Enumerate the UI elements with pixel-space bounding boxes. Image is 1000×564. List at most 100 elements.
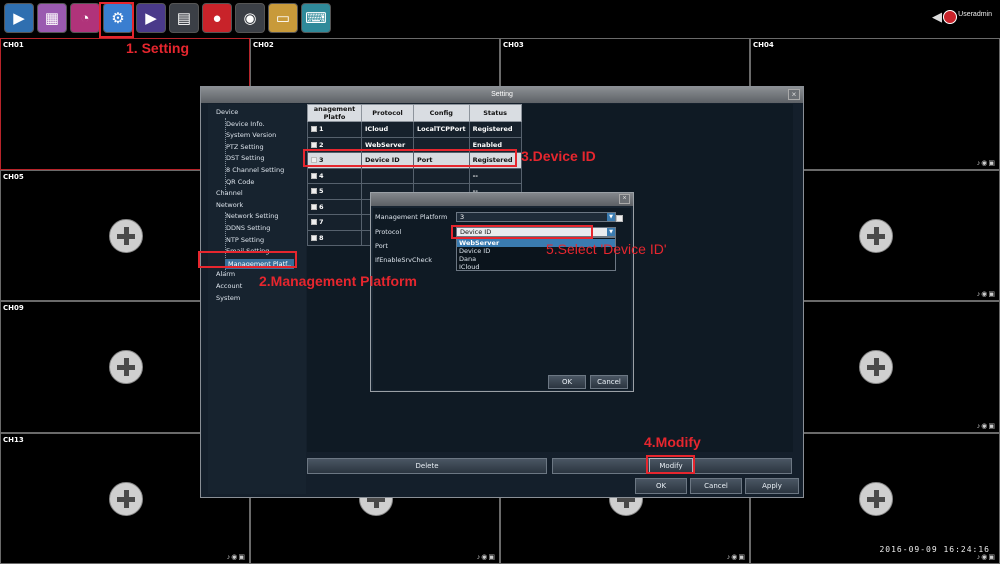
config-cell xyxy=(413,167,470,184)
menu-item[interactable]: System Version xyxy=(226,131,276,139)
dropdown-option[interactable]: Device ID xyxy=(459,247,490,255)
dropdown-option[interactable]: Dana xyxy=(459,255,476,263)
add-camera-icon[interactable] xyxy=(109,481,143,516)
datetime-display: 2016-09-09 16:24:16 xyxy=(879,545,990,554)
row-checkbox[interactable] xyxy=(311,172,317,179)
column-header-config: Config xyxy=(413,104,470,122)
channel-label: CH04 xyxy=(753,41,774,49)
platform-number: 1 xyxy=(319,125,324,134)
alarm-icon[interactable]: ◔ xyxy=(70,3,100,33)
setting-highlight-box xyxy=(99,2,134,38)
row-checkbox[interactable] xyxy=(311,141,317,148)
menu-item[interactable]: PTZ Setting xyxy=(226,143,264,151)
row-checkbox[interactable] xyxy=(311,188,317,195)
toolbar-icon-glyph: ◉ xyxy=(243,10,257,27)
platform-cell: 4 xyxy=(307,167,362,184)
row-checkbox[interactable] xyxy=(311,126,317,133)
modify-platform-dialog: × Management Platform 3 ▼ Protocol Devic… xyxy=(370,192,634,392)
platform-cell: 8 xyxy=(307,229,362,246)
menu-item[interactable]: Channel xyxy=(216,189,243,197)
status-cell: -- xyxy=(468,167,522,184)
delete-button[interactable]: Delete xyxy=(307,458,547,474)
cancel-button[interactable]: Cancel xyxy=(590,375,628,389)
platform-number: 8 xyxy=(319,233,324,242)
backup-icon[interactable]: ▤ xyxy=(169,3,199,33)
close-icon[interactable]: × xyxy=(788,89,800,100)
toolbar-icon-glyph: ▦ xyxy=(44,10,60,27)
row-checkbox[interactable] xyxy=(311,219,317,226)
column-header-protocol: Protocol xyxy=(361,104,414,122)
menu-item[interactable]: NTP Setting xyxy=(226,236,264,244)
add-camera-icon[interactable] xyxy=(859,350,893,384)
folder-icon[interactable]: ▭ xyxy=(268,3,298,33)
toolbar-icon-glyph: ⌨ xyxy=(305,10,327,27)
management-platform-select[interactable]: 3 ▼ xyxy=(456,212,616,222)
table-row[interactable]: 1 ICloud LocalTCPPort Registered xyxy=(307,121,522,138)
dropdown-option[interactable]: ICloud xyxy=(459,263,479,271)
platform-number: 5 xyxy=(319,187,324,196)
column-header-status: Status xyxy=(468,104,522,122)
add-camera-icon[interactable] xyxy=(109,350,143,384)
menu-item[interactable]: DST Setting xyxy=(226,154,264,162)
platform-number: 6 xyxy=(319,202,324,211)
status-cell: Registered xyxy=(468,121,522,138)
user-name: Useradmin xyxy=(958,11,992,18)
channel-status-icons: ♪◉▣ xyxy=(976,291,996,298)
channel-status-icons: ♪◉▣ xyxy=(226,554,246,561)
channel-label: CH01 xyxy=(3,41,24,49)
annotation-modify: 4.Modify xyxy=(644,434,701,450)
port-label: Port xyxy=(375,242,388,250)
speaker-icon[interactable]: ◀ xyxy=(932,9,942,25)
image-icon[interactable]: ▦ xyxy=(37,3,67,33)
close-icon[interactable]: × xyxy=(619,194,630,204)
menu-item[interactable]: Device Info. xyxy=(226,120,265,128)
management-platform-label: Management Platform xyxy=(375,213,448,221)
user-avatar-icon xyxy=(943,10,957,24)
enable-checkbox[interactable] xyxy=(616,215,623,222)
apply-button[interactable]: Apply xyxy=(745,478,799,494)
platform-cell: 6 xyxy=(307,198,362,215)
table-row[interactable]: 4 -- xyxy=(307,167,522,184)
annotation-setting: 1. Setting xyxy=(126,40,190,56)
menu-item[interactable]: System xyxy=(216,294,240,302)
menu-item[interactable]: Device xyxy=(216,108,238,116)
row-checkbox[interactable] xyxy=(311,234,317,241)
menu-item[interactable]: Account xyxy=(216,282,242,290)
menu-item[interactable]: QR Code xyxy=(226,178,254,186)
toolbar-icon-glyph: ▤ xyxy=(176,10,192,27)
platform-number: 4 xyxy=(319,171,324,180)
menu-item[interactable]: Network xyxy=(216,201,243,209)
record-icon[interactable]: ● xyxy=(202,3,232,33)
settings-menu: Device Device Info. System Version PTZ Sett… xyxy=(208,104,306,494)
management-platform-highlight-box xyxy=(198,251,297,268)
toolbar-icon-glyph: ▶ xyxy=(13,10,25,27)
top-toolbar: ▶ ▦ ◔ ⚙ ▶ ▤ ● ◉ ▭ ⌨ ◀ Useradmin xyxy=(0,0,1000,38)
protocol-cell: ICloud xyxy=(361,121,414,138)
dialog-title: Setting xyxy=(201,87,803,103)
toolbar-icon-glyph: ◔ xyxy=(80,9,90,27)
cancel-button[interactable]: Cancel xyxy=(690,478,742,494)
platform-cell: 5 xyxy=(307,183,362,200)
menu-item[interactable]: 8 Channel Setting xyxy=(226,166,284,174)
menu-item[interactable]: DDNS Setting xyxy=(226,224,270,232)
playback-icon[interactable]: ▶ xyxy=(136,3,166,33)
channel-label: CH05 xyxy=(3,172,24,181)
keyboard-icon[interactable]: ⌨ xyxy=(301,3,331,33)
row-checkbox[interactable] xyxy=(311,203,317,210)
camera-icon[interactable]: ◉ xyxy=(235,3,265,33)
channel-status-icons: ♪◉▣ xyxy=(476,554,496,561)
ok-button[interactable]: OK xyxy=(635,478,687,494)
add-camera-icon[interactable] xyxy=(859,481,893,516)
menu-item[interactable]: Network Setting xyxy=(226,212,278,220)
channel-label: CH09 xyxy=(3,304,24,312)
platform-number: 2 xyxy=(319,140,324,149)
live-view-icon[interactable]: ▶ xyxy=(4,3,34,33)
ok-button[interactable]: OK xyxy=(548,375,586,389)
annotation-management-platform: 2.Management Platform xyxy=(259,273,417,289)
menu-item[interactable]: Alarm xyxy=(216,270,235,278)
modify-highlight-box xyxy=(646,455,695,474)
toolbar-icon-glyph: ● xyxy=(212,9,222,27)
add-camera-icon[interactable] xyxy=(859,218,893,253)
add-camera-icon[interactable] xyxy=(109,218,143,253)
enable-srv-check-label: IfEnableSrvCheck xyxy=(375,256,432,264)
